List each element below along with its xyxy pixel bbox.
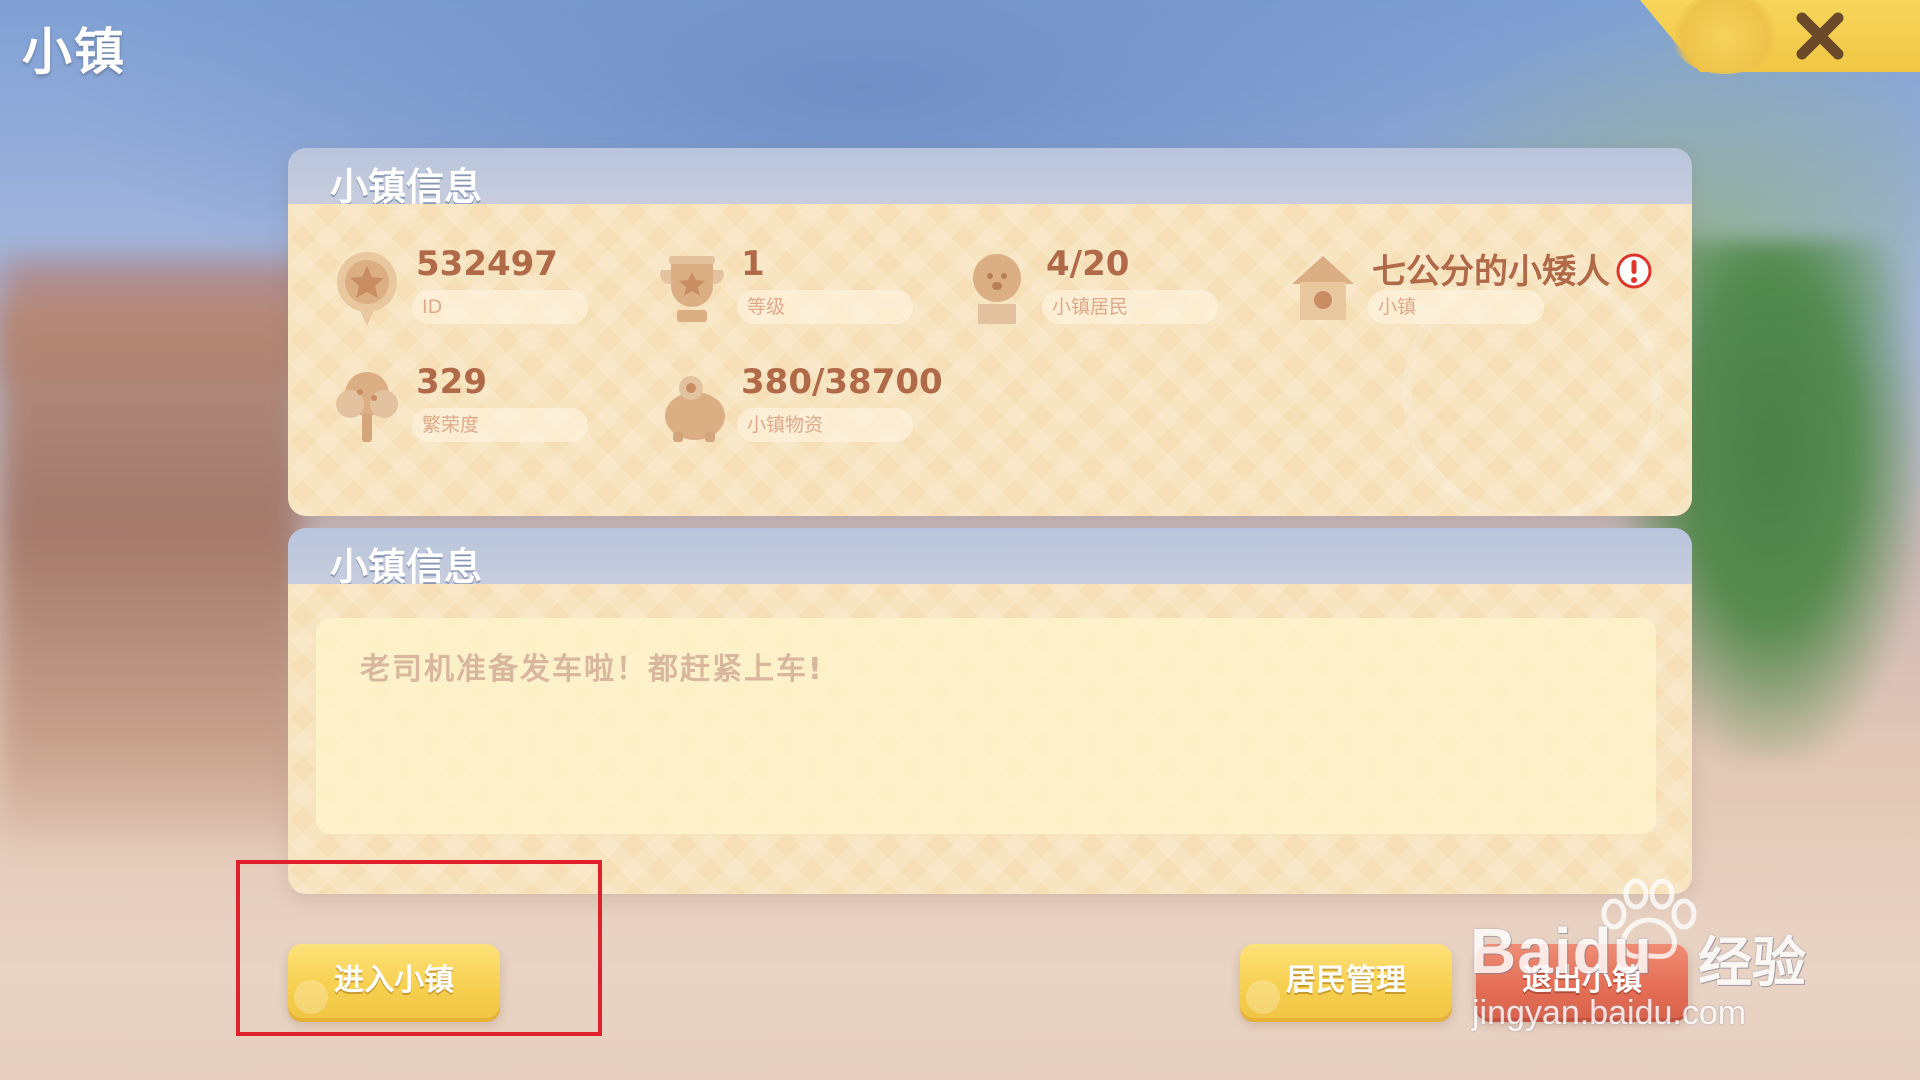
button-label: 居民管理 xyxy=(1286,963,1406,998)
stat-value: 532497 xyxy=(416,244,558,284)
motto-textbox[interactable]: 老司机准备发车啦！都赶紧上车! xyxy=(316,618,1656,834)
tree-icon xyxy=(330,366,404,446)
stat-label: 小镇物资 xyxy=(737,408,913,442)
panel-header: 小镇信息 xyxy=(288,528,1692,589)
highlight-box xyxy=(236,860,602,1036)
close-button[interactable] xyxy=(1792,8,1848,64)
town-motto-panel: 小镇信息 老司机准备发车啦！都赶紧上车! xyxy=(288,528,1692,894)
town-info-panel: 小镇信息 532497 ID 1 等级 4/20 小镇居民 七公分的小矮人 小镇… xyxy=(288,148,1692,516)
panel-header: 小镇信息 xyxy=(288,148,1692,209)
background-house xyxy=(0,300,300,860)
watermark: Baidu 经验 jingyan.baidu.com xyxy=(1466,878,1826,1034)
close-icon xyxy=(1796,12,1844,60)
stat-label: 小镇居民 xyxy=(1042,290,1218,324)
alert-icon[interactable] xyxy=(1616,253,1652,289)
stat-label: 等级 xyxy=(737,290,913,324)
game-screen: 小镇 小镇信息 532497 ID 1 等级 4/20 小镇居民 七公分的小矮人… xyxy=(0,0,1920,1080)
panel-body: 老司机准备发车啦！都赶紧上车! xyxy=(288,584,1692,894)
stat-label: ID xyxy=(412,290,588,324)
stat-label: 繁荣度 xyxy=(412,408,588,442)
house-icon xyxy=(1286,248,1360,328)
panel-body: 532497 ID 1 等级 4/20 小镇居民 七公分的小矮人 小镇 329 … xyxy=(288,204,1692,516)
watermark-url: jingyan.baidu.com xyxy=(1472,994,1747,1032)
watermark-suffix: 经验 xyxy=(1698,931,1806,994)
button-decoration-icon xyxy=(1246,980,1280,1014)
supply-bag-icon xyxy=(655,366,729,446)
stat-label: 小镇 xyxy=(1368,290,1544,324)
stat-value: 329 xyxy=(416,362,487,402)
stat-value: 七公分的小矮人 xyxy=(1372,244,1652,293)
stat-value: 1 xyxy=(741,244,765,284)
motto-text: 老司机准备发车啦！都赶紧上车! xyxy=(360,652,824,687)
star-badge-icon xyxy=(330,248,404,328)
trophy-icon xyxy=(655,248,729,328)
stat-value: 380/38700 xyxy=(741,362,943,402)
resident-icon xyxy=(960,248,1034,328)
panel-title: 小镇信息 xyxy=(330,165,483,209)
stat-value: 4/20 xyxy=(1046,244,1130,284)
panel-title: 小镇信息 xyxy=(330,545,483,589)
town-name: 七公分的小矮人 xyxy=(1372,252,1610,292)
resident-management-button[interactable]: 居民管理 xyxy=(1240,944,1452,1018)
watermark-brand: Baidu xyxy=(1470,915,1653,987)
screen-title: 小镇 xyxy=(22,23,126,81)
